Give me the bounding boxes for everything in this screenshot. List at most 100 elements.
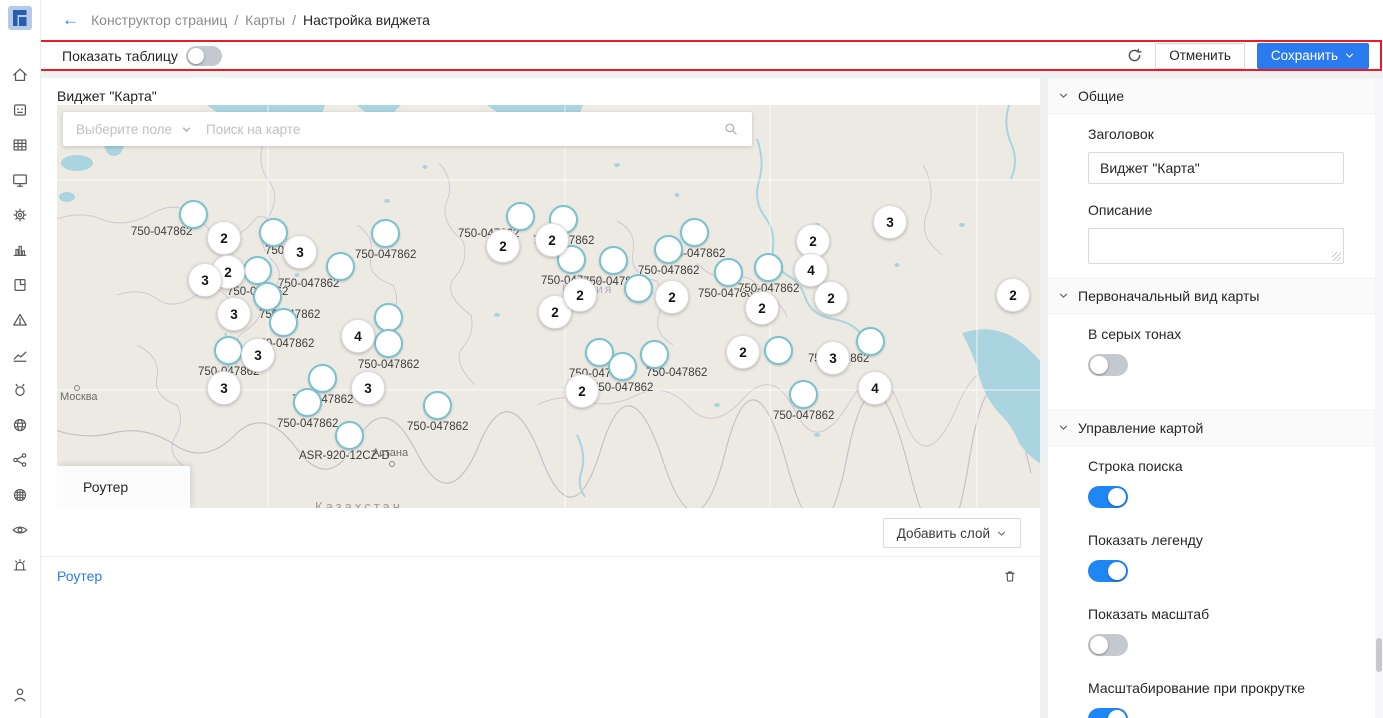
map-cluster-marker[interactable]: 2 xyxy=(996,278,1030,312)
map-point-marker[interactable] xyxy=(423,391,452,420)
line-chart-icon[interactable] xyxy=(11,346,29,364)
map-cluster-marker[interactable]: 4 xyxy=(341,319,375,353)
layer-link[interactable]: Роутер xyxy=(57,568,102,584)
monitor-icon[interactable] xyxy=(11,171,29,189)
refresh-icon[interactable] xyxy=(1126,47,1143,64)
file-icon[interactable] xyxy=(11,276,29,294)
map-city-dot xyxy=(389,461,395,467)
map-point-marker[interactable] xyxy=(269,308,298,337)
map-point-marker[interactable] xyxy=(754,253,783,282)
map-cluster-marker[interactable]: 3 xyxy=(241,338,275,372)
search-row-toggle[interactable] xyxy=(1088,486,1128,508)
breadcrumb-maps[interactable]: Карты xyxy=(245,12,285,28)
map-point-marker[interactable] xyxy=(374,303,403,332)
save-button[interactable]: Сохранить xyxy=(1257,43,1369,69)
map-cluster-marker[interactable]: 4 xyxy=(858,371,892,405)
title-input[interactable]: Виджет "Карта" xyxy=(1088,152,1344,184)
map-point-marker[interactable] xyxy=(293,388,322,417)
add-layer-button[interactable]: Добавить слой xyxy=(883,518,1021,548)
map-point-marker[interactable] xyxy=(374,329,403,358)
map-point-marker[interactable] xyxy=(214,336,243,365)
warning-triangle-icon[interactable] xyxy=(11,311,29,329)
section-header-1[interactable]: Первоначальный вид карты xyxy=(1048,278,1383,314)
app-logo[interactable] xyxy=(8,6,32,30)
bar-chart-icon[interactable] xyxy=(11,241,29,259)
map-search-input[interactable]: Поиск на карте xyxy=(206,122,723,137)
map-point-marker[interactable] xyxy=(680,218,709,247)
map-cluster-marker[interactable]: 2 xyxy=(655,280,689,314)
search-icon[interactable] xyxy=(723,121,739,137)
map-cluster-marker[interactable]: 2 xyxy=(207,221,241,255)
map-cluster-marker[interactable]: 2 xyxy=(745,291,779,325)
marker-label: 750-047862 xyxy=(638,265,699,277)
map-point-marker[interactable] xyxy=(335,421,364,450)
android-robot-icon[interactable] xyxy=(11,381,29,399)
show-scale-toggle[interactable] xyxy=(1088,634,1128,656)
marker-label: 750-047862 xyxy=(646,367,707,379)
panel-scrollbar-thumb[interactable] xyxy=(1376,638,1382,672)
map-point-marker[interactable] xyxy=(259,218,288,247)
settings-gear-icon[interactable] xyxy=(11,206,29,224)
map-cluster-marker[interactable]: 2 xyxy=(486,229,520,263)
map-canvas[interactable]: 750-047862750-0478750-047862750-04786275… xyxy=(57,105,1040,508)
map-point-marker[interactable] xyxy=(179,200,208,229)
map-point-marker[interactable] xyxy=(371,219,400,248)
share-nodes-icon[interactable] xyxy=(11,451,29,469)
map-cluster-marker[interactable]: 3 xyxy=(816,341,850,375)
app-root: ← Конструктор страниц/Карты/Настройка ви… xyxy=(0,0,1383,718)
map-point-marker[interactable] xyxy=(599,246,628,275)
map-cluster-marker[interactable]: 3 xyxy=(283,235,317,269)
trash-icon[interactable] xyxy=(1002,568,1018,584)
map-point-marker[interactable] xyxy=(608,352,637,381)
show-legend-toggle[interactable] xyxy=(1088,560,1128,582)
table-icon[interactable] xyxy=(11,136,29,154)
map-cluster-marker[interactable]: 2 xyxy=(535,223,569,257)
show-table-toggle[interactable] xyxy=(186,46,222,66)
toggle-field: Показать масштаб xyxy=(1088,606,1344,656)
eye-icon[interactable] xyxy=(11,521,29,539)
map-point-marker[interactable] xyxy=(856,327,885,356)
map-cluster-marker[interactable]: 3 xyxy=(188,263,222,297)
field-select[interactable]: Выберите поле xyxy=(63,122,206,137)
globe-icon[interactable] xyxy=(11,416,29,434)
map-point-marker[interactable] xyxy=(243,256,272,285)
map-point-marker[interactable] xyxy=(714,258,743,287)
map-point-marker[interactable] xyxy=(624,274,653,303)
map-point-marker[interactable] xyxy=(789,380,818,409)
description-textarea[interactable] xyxy=(1088,228,1344,264)
user-icon[interactable] xyxy=(11,686,29,704)
scroll-zoom-toggle[interactable] xyxy=(1088,708,1128,718)
map-point-marker[interactable] xyxy=(640,340,669,369)
bot-face-icon[interactable] xyxy=(11,101,29,119)
siren-icon[interactable] xyxy=(11,556,29,574)
map-cluster-marker[interactable]: 3 xyxy=(217,297,251,331)
map-point-marker[interactable] xyxy=(506,202,535,231)
map-city-label: Москва xyxy=(60,391,98,403)
map-cluster-marker[interactable]: 3 xyxy=(873,205,907,239)
legend-tab[interactable]: Роутер xyxy=(57,466,190,508)
map-cluster-marker[interactable]: 2 xyxy=(726,335,760,369)
map-cluster-marker[interactable]: 3 xyxy=(351,371,385,405)
section-header-2[interactable]: Управление картой xyxy=(1048,410,1383,446)
cancel-button[interactable]: Отменить xyxy=(1155,43,1245,69)
home-icon[interactable] xyxy=(11,66,29,84)
resize-grip-icon[interactable] xyxy=(1332,252,1341,261)
back-arrow-icon[interactable]: ← xyxy=(62,10,79,30)
map-point-marker[interactable] xyxy=(326,252,355,281)
map-point-marker[interactable] xyxy=(654,235,683,264)
map-point-marker[interactable] xyxy=(253,282,282,311)
save-button-label: Сохранить xyxy=(1271,48,1338,63)
map-point-marker[interactable] xyxy=(764,336,793,365)
map-cluster-marker[interactable]: 2 xyxy=(563,278,597,312)
breadcrumb-page-builder[interactable]: Конструктор страниц xyxy=(91,12,227,28)
toggle-field: В серых тонах xyxy=(1088,326,1344,376)
section-header-0[interactable]: Общие xyxy=(1048,78,1383,114)
panel-scrollbar[interactable] xyxy=(1375,78,1383,718)
globe-grid-icon[interactable] xyxy=(11,486,29,504)
map-cluster-marker[interactable]: 3 xyxy=(207,371,241,405)
toggle-field: Масштабирование при прокрутке xyxy=(1088,680,1344,718)
grayscale-toggle[interactable] xyxy=(1088,354,1128,376)
map-cluster-marker[interactable]: 2 xyxy=(565,374,599,408)
map-cluster-marker[interactable]: 2 xyxy=(814,281,848,315)
toggle-knob xyxy=(1108,488,1126,506)
